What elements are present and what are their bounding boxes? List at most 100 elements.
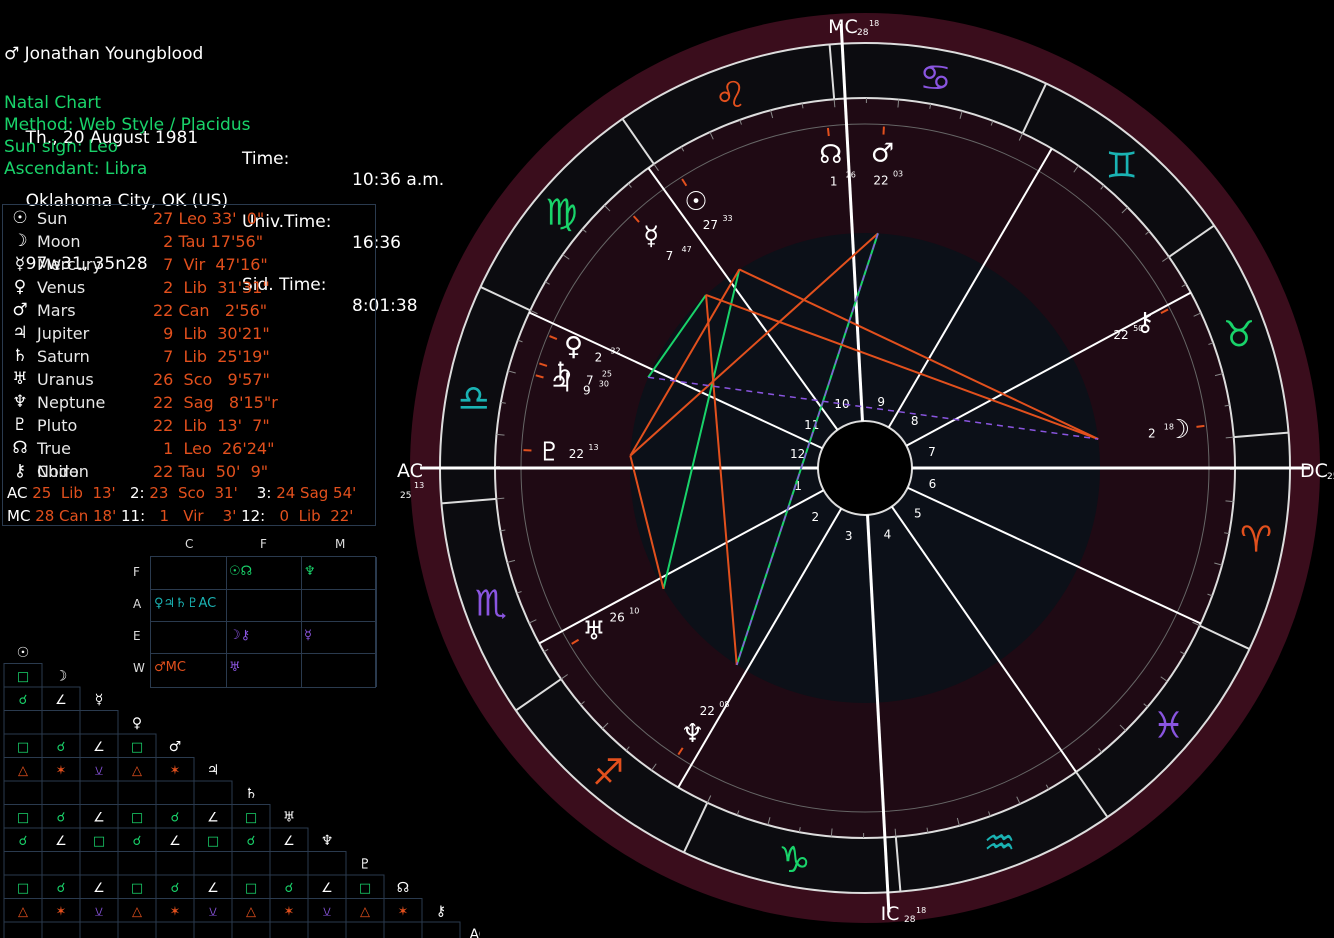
aspect-line: [705, 293, 1099, 440]
house-number: 8: [911, 414, 919, 428]
aspect-symbol: ✶: [56, 904, 67, 919]
angle-label: IC: [881, 903, 900, 925]
planet-wheel-minute: 26: [846, 171, 856, 180]
aspect-symbol: ✶: [170, 763, 181, 778]
angle-minute: 18: [916, 906, 926, 915]
planet-wheel-icon: ♃: [549, 368, 572, 398]
zodiac-sign-icon: ♍: [545, 192, 577, 233]
aspect-grid-label: ♇: [359, 856, 372, 872]
aspect-symbol: ⚺: [95, 904, 104, 919]
planet-wheel-degree: 22: [873, 173, 888, 187]
zodiac-sign-icon: ♊: [1106, 145, 1138, 186]
aspect-symbol: □: [17, 810, 29, 825]
aspect-symbol: □: [17, 740, 29, 755]
aspect-line: [738, 268, 1099, 440]
aspect-symbol: ☌: [19, 834, 28, 849]
house-number: 6: [929, 477, 937, 491]
planet-wheel-icon: ☊: [819, 140, 842, 170]
aspect-symbol: △: [132, 763, 142, 778]
planet-wheel-minute: 13: [588, 443, 598, 452]
house-number: 9: [877, 395, 885, 409]
aspect-symbol: ∠: [207, 810, 219, 825]
planet-wheel-degree: 22: [1113, 328, 1128, 342]
aspect-symbol: ☌: [57, 810, 66, 825]
aspect-symbol: ☌: [133, 834, 142, 849]
planet-wheel-icon: ♂: [871, 138, 894, 168]
aspect-symbol: ∠: [321, 881, 333, 896]
planet-wheel-degree: 1: [830, 175, 838, 189]
aspect-line: [629, 268, 741, 457]
planet-wheel-icon: ♄: [552, 357, 575, 387]
aspect-symbol: ∠: [55, 693, 67, 708]
zodiac-sign-icon: ♐: [592, 753, 624, 794]
planet-wheel-degree: 7: [586, 374, 594, 388]
aspect-symbol: □: [245, 881, 257, 896]
planet-wheel-icon: ♆: [681, 719, 704, 749]
angle-degree: 28: [904, 915, 916, 925]
aspect-grid-label: ♂: [169, 739, 182, 755]
planet-wheel-minute: 33: [722, 214, 732, 223]
house-number: 12: [790, 447, 805, 461]
planet-wheel-icon: ♀: [564, 332, 583, 362]
aspect-symbol: △: [132, 904, 142, 919]
planet-wheel-minute: 18: [1164, 422, 1174, 431]
aspect-symbol: ∠: [93, 740, 105, 755]
aspect-symbol: ∠: [207, 881, 219, 896]
aspect-grid-label: ⚷: [436, 903, 446, 919]
aspect-symbol: ☌: [57, 740, 66, 755]
aspect-symbol: ☌: [171, 881, 180, 896]
planet-wheel-icon: ☉: [684, 187, 707, 217]
aspect-line: [647, 294, 707, 378]
house-number: 7: [928, 445, 936, 459]
zodiac-sign-icon: ♌: [714, 75, 746, 116]
planet-wheel-degree: 22: [700, 704, 715, 718]
aspect-symbol: △: [246, 904, 256, 919]
zodiac-sign-icon: ♉: [1223, 314, 1255, 355]
aspect-line: [705, 294, 738, 665]
aspect-symbol: ☌: [19, 693, 28, 708]
house-number: 3: [845, 529, 853, 543]
planet-wheel-minute: 30: [599, 380, 609, 389]
aspect-symbol: ☌: [57, 881, 66, 896]
house-number: 10: [834, 397, 849, 411]
aspect-symbol: ✶: [56, 763, 67, 778]
house-number: 11: [804, 418, 819, 432]
aspect-symbol: △: [18, 763, 28, 778]
planet-wheel-minute: 03: [893, 169, 903, 178]
aspect-grid-label: ♆: [321, 833, 334, 849]
aspect-grid-label: ♅: [283, 809, 296, 825]
aspect-line-minor: [736, 233, 879, 666]
aspect-symbol: ✶: [398, 904, 409, 919]
aspect-symbol: ⚺: [209, 904, 218, 919]
planet-wheel-degree: 9: [583, 384, 591, 398]
aspect-symbol: ⚺: [323, 904, 332, 919]
planet-wheel-degree: 27: [703, 218, 718, 232]
planet-wheel-minute: 10: [629, 607, 639, 616]
aspect-grid-label: ☊: [397, 880, 409, 896]
planet-wheel-degree: 7: [666, 249, 674, 263]
house-number: 2: [812, 510, 820, 524]
planet-wheel-minute: 32: [610, 346, 620, 355]
aspect-symbol: □: [17, 881, 29, 896]
aspect-symbol: ∠: [93, 881, 105, 896]
aspect-grid: ☉☽☿♀♂♃♄♅♆♇☊⚷ACMC□☌∠□☌∠□△✶⚺△✶□☌∠□☌∠□☌∠□☌∠…: [3, 645, 480, 938]
aspect-line: [735, 233, 879, 666]
zodiac-sign-icon: ♑: [778, 840, 810, 881]
aspect-symbol: □: [131, 881, 143, 896]
aspect-grid-label: ♄: [245, 786, 258, 802]
aspect-line-minor: [648, 376, 1099, 440]
house-number: 1: [794, 479, 802, 493]
aspect-line: [662, 269, 741, 590]
aspect-symbol: □: [93, 834, 105, 849]
planet-wheel-degree: 2: [1148, 426, 1156, 440]
zodiac-sign-icon: ♓: [1152, 706, 1184, 747]
zodiac-sign-icon: ♒: [983, 823, 1015, 864]
aspect-symbol: △: [360, 904, 370, 919]
aspect-symbol: ✶: [170, 904, 181, 919]
planet-wheel-degree: 22: [569, 447, 584, 461]
planet-wheel-minute: 25: [602, 370, 612, 379]
aspect-grid-label: ♀: [132, 715, 142, 731]
planet-wheel-degree: 2: [595, 350, 603, 364]
aspect-line: [629, 232, 879, 457]
angle-label: DC: [1300, 460, 1328, 482]
